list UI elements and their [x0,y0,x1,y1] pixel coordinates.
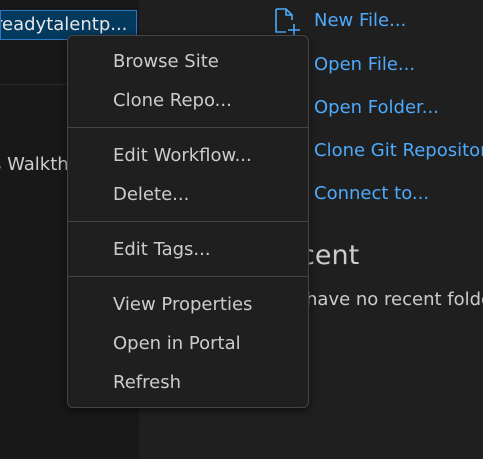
menu-item-delete[interactable]: Delete... [68,178,308,212]
walkthrough-item[interactable]: s Walkth [0,154,69,175]
menu-item-refresh[interactable]: Refresh [68,366,308,400]
connect-to-link[interactable]: Connect to... [314,182,429,206]
menu-item-clone-repo[interactable]: Clone Repo... [68,84,308,118]
open-folder-link[interactable]: Open Folder... [314,96,439,120]
menu-item-edit-tags[interactable]: Edit Tags... [68,233,308,267]
menu-item-open-in-portal[interactable]: Open in Portal [68,327,308,361]
context-menu: Browse Site Clone Repo... Edit Workflow.… [67,35,309,408]
menu-item-browse-site[interactable]: Browse Site [68,45,308,79]
clone-git-repository-link[interactable]: Clone Git Repository [314,139,483,163]
menu-item-view-properties[interactable]: View Properties [68,288,308,322]
menu-separator [68,221,308,222]
recent-empty-text: have no recent folde [306,289,483,310]
menu-separator [68,276,308,277]
menu-item-edit-workflow[interactable]: Edit Workflow... [68,139,308,173]
new-file-icon[interactable] [272,6,302,36]
open-file-link[interactable]: Open File... [314,53,415,77]
menu-separator [68,127,308,128]
tree-item-label: readytalentp... [0,14,128,35]
new-file-link[interactable]: New File... [314,9,406,33]
